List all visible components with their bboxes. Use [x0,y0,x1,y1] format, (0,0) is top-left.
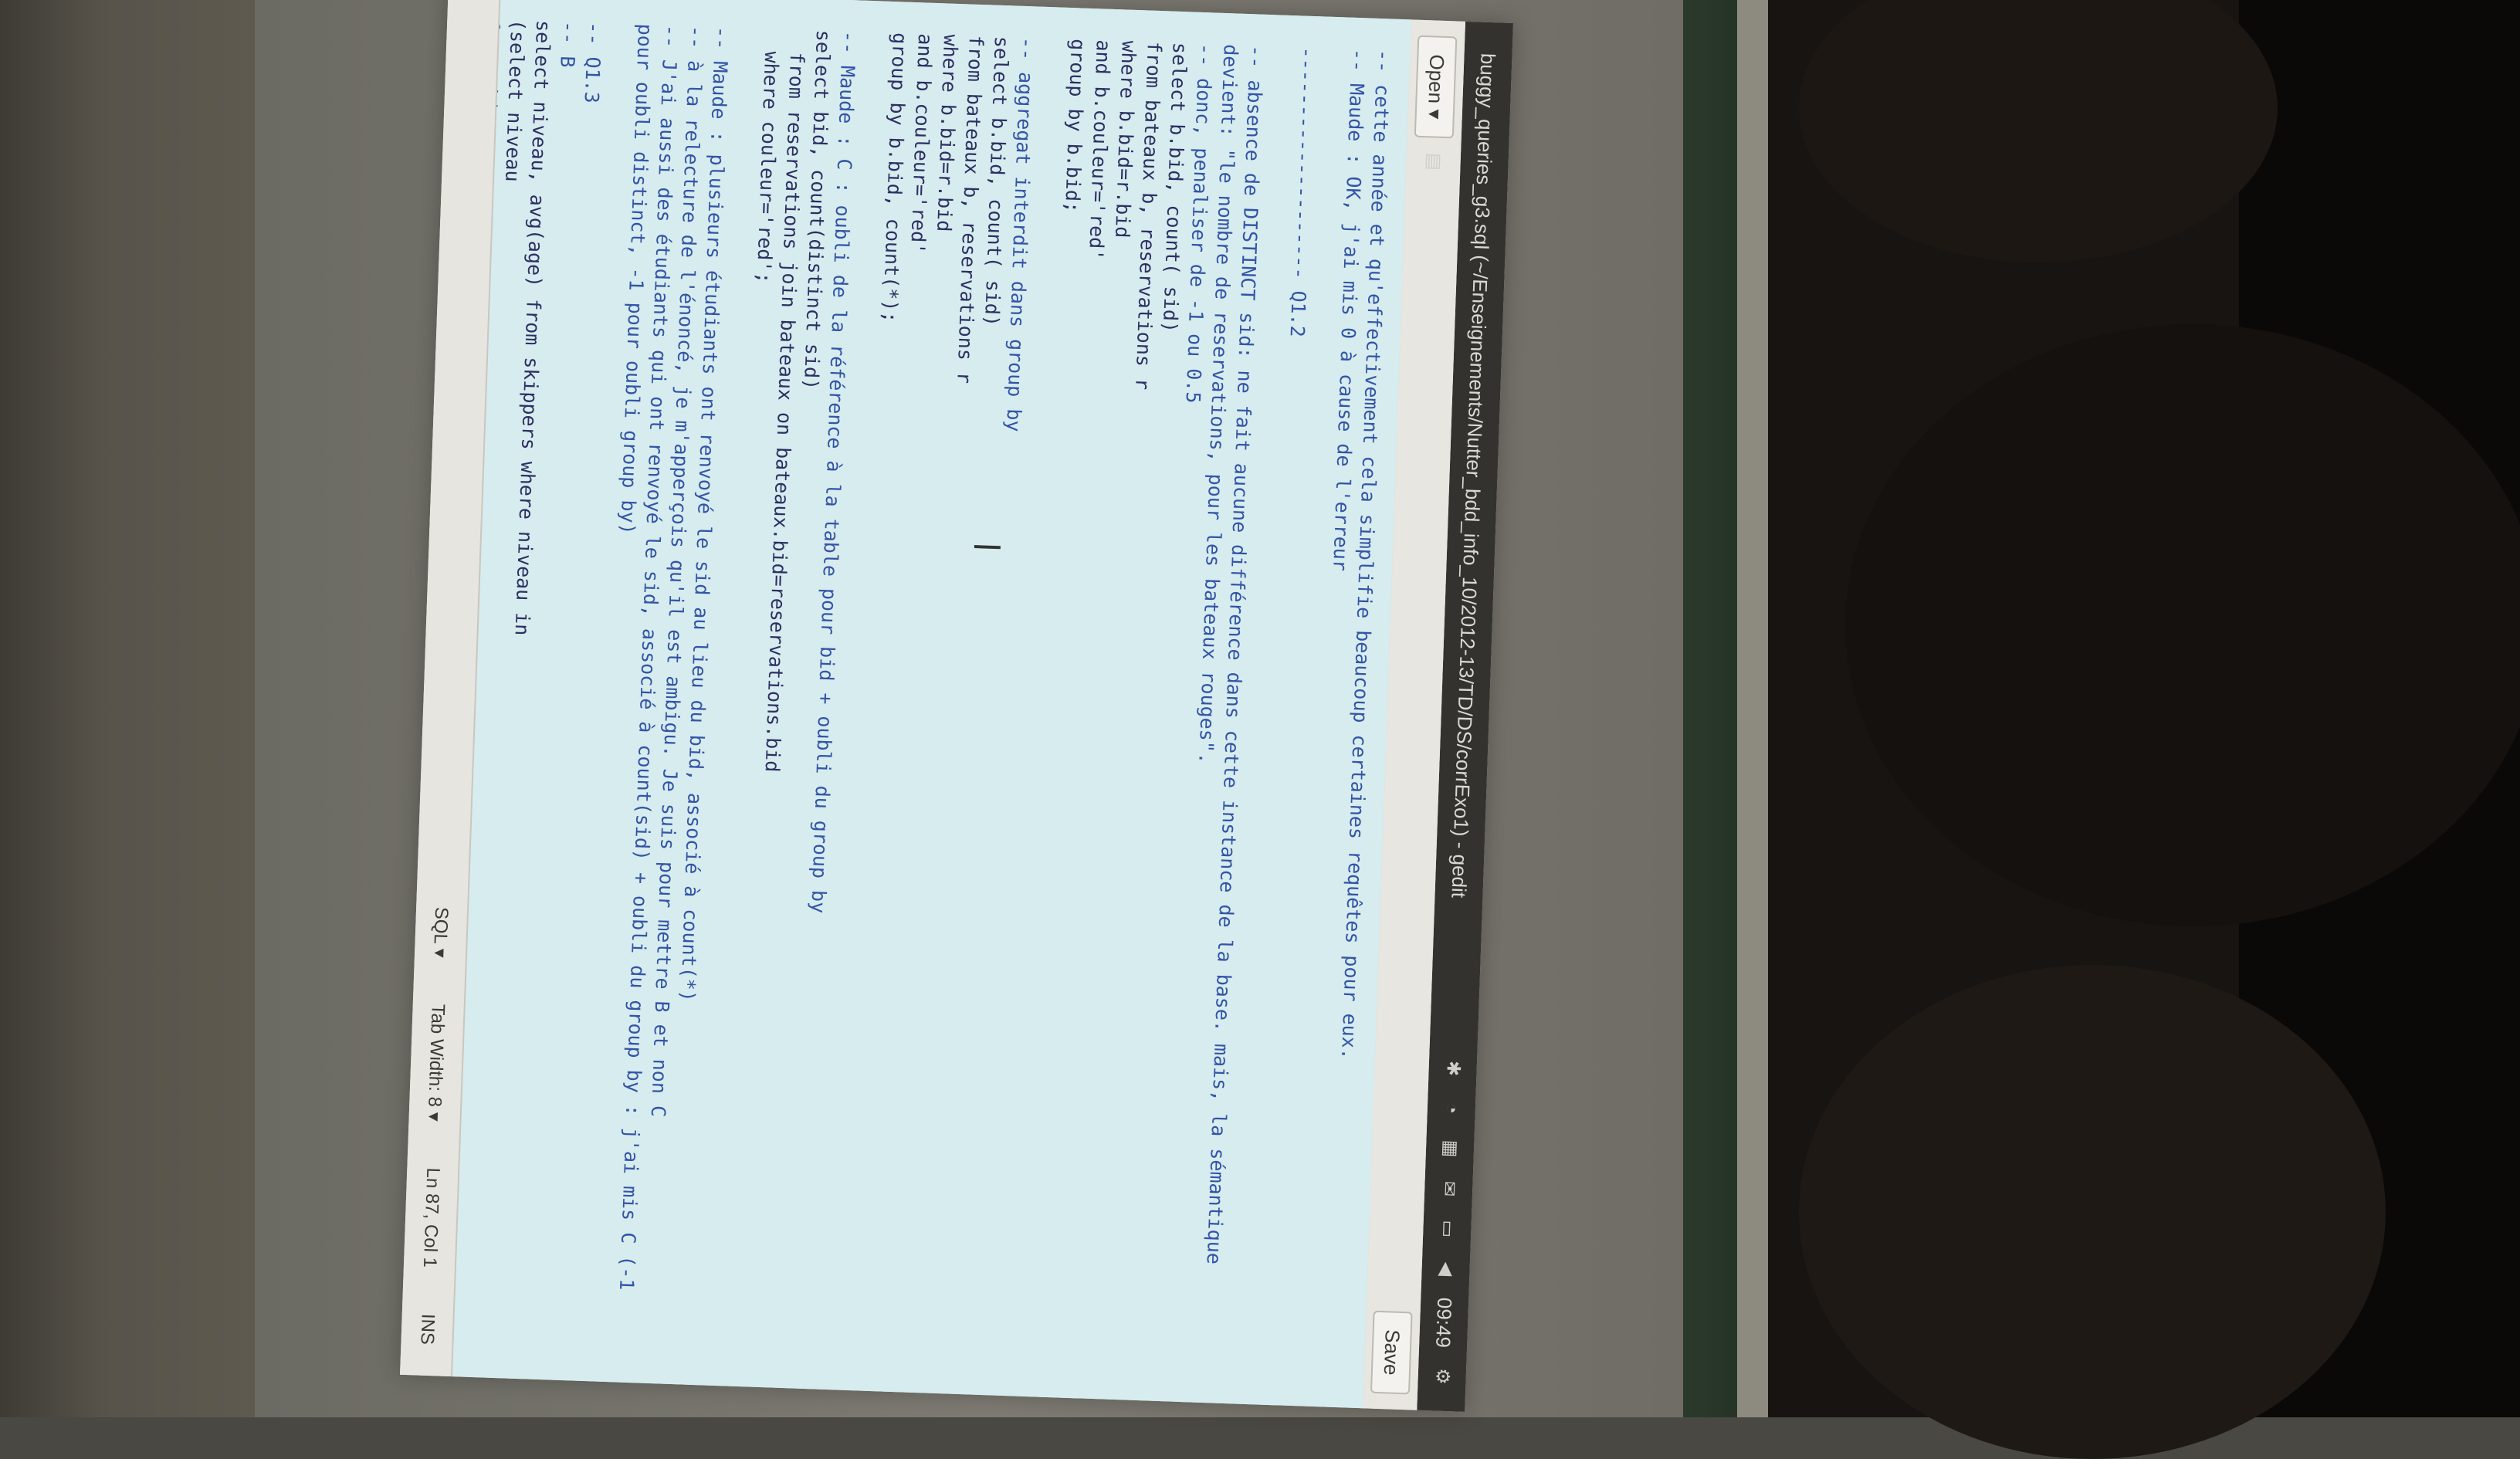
audience-head [1845,324,2520,926]
gear-icon[interactable]: ⚙ [1430,1364,1454,1388]
new-document-icon[interactable]: ▤ [1421,150,1445,174]
cursor-position: Ln 87, Col 1 [418,1167,444,1268]
audience-head [1799,965,2386,1459]
insert-mode: INS [416,1313,439,1346]
mail-icon[interactable]: ✉ [1437,1176,1461,1200]
volume-icon[interactable]: ◀ [1434,1257,1458,1281]
system-tray: ✱ ◔ ▦ ✉ ▭ ◀ 09:49 ⚙ [1430,1056,1465,1388]
network-icon[interactable]: ◔ [1439,1096,1463,1120]
save-button[interactable]: Save [1370,1310,1414,1395]
projected-screen: buggy_queries_g3.sql (~/Enseignements/Nu… [400,0,1514,1412]
open-label: Open [1424,54,1450,104]
keyboard-icon[interactable]: ▦ [1438,1136,1462,1160]
wall-left [0,0,255,1417]
language-selector[interactable]: SQL ▾ [428,906,452,958]
clock[interactable]: 09:49 [1431,1297,1457,1348]
dropbox-icon[interactable]: ✱ [1441,1056,1465,1080]
tab-width-label: Tab Width: 8 [424,1004,449,1108]
tab-width-selector[interactable]: Tab Width: 8 ▾ [423,1004,449,1122]
chalk-tray [1737,0,1768,1417]
code-editor[interactable]: -- cette année et qu'effectivement cela … [452,0,1412,1409]
battery-icon[interactable]: ▭ [1435,1217,1459,1241]
chevron-down-icon: ▾ [1424,108,1448,120]
open-button[interactable]: Open ▾ [1414,35,1458,139]
language-label: SQL [430,906,452,944]
